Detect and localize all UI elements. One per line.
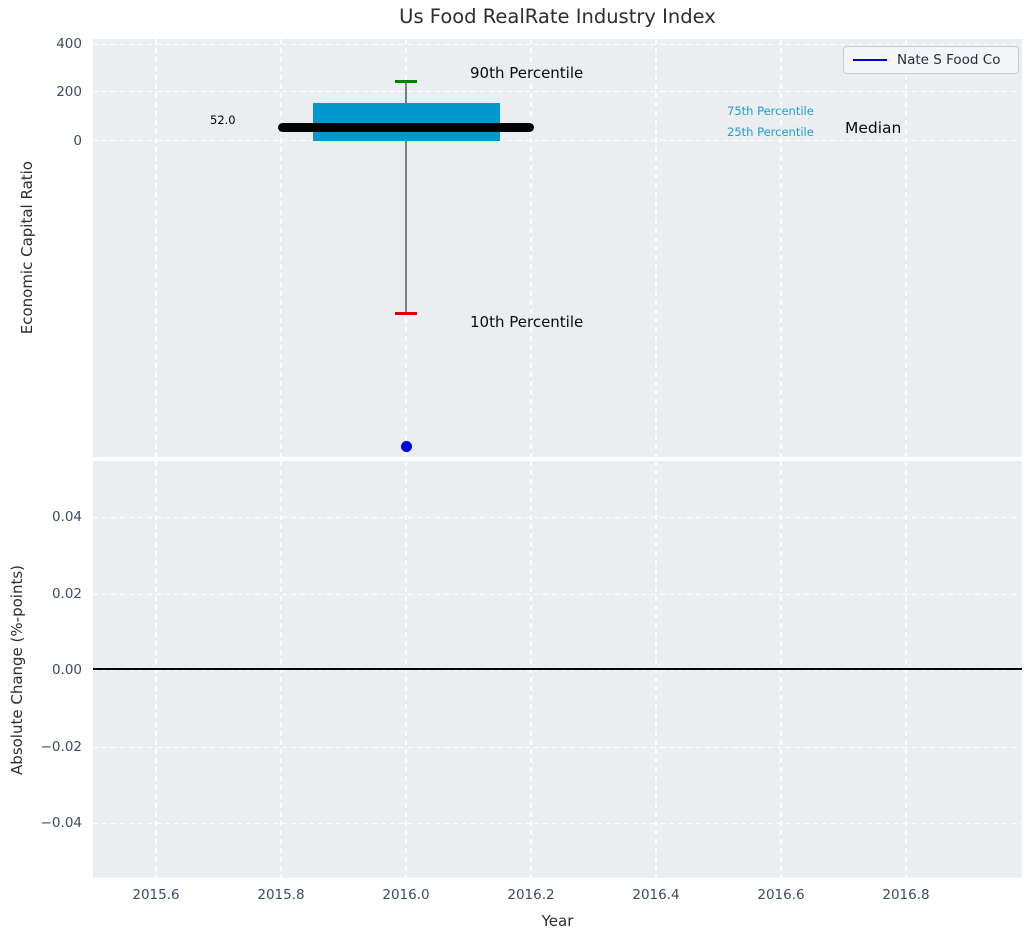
x-axis-label: Year bbox=[541, 912, 574, 930]
top-y-axis-label-wrap: Economic Capital Ratio bbox=[18, 39, 36, 457]
p75-annotation: 75th Percentile bbox=[727, 103, 814, 118]
gridline-horizontal bbox=[93, 140, 1022, 142]
legend-box: Nate S Food Co bbox=[843, 46, 1019, 74]
y-tick-label: −0.02 bbox=[40, 739, 82, 755]
median-annotation: Median bbox=[845, 119, 902, 137]
legend-label: Nate S Food Co bbox=[897, 52, 1001, 68]
gridline-horizontal bbox=[93, 91, 1022, 93]
zero-reference-line bbox=[93, 668, 1022, 670]
gridline-horizontal bbox=[93, 746, 1022, 748]
top-axes: 52.0 90th Percentile 10th Percentile 75t… bbox=[93, 39, 1022, 457]
median-value-label: 52.0 bbox=[210, 113, 236, 127]
y-tick-label: 0.00 bbox=[51, 662, 82, 678]
gridline-horizontal bbox=[93, 43, 1022, 45]
y-tick-label: 0.04 bbox=[51, 509, 82, 525]
gridline-vertical bbox=[655, 39, 657, 457]
gridline-horizontal bbox=[93, 593, 1022, 595]
x-tick-label: 2016.6 bbox=[757, 887, 805, 903]
x-tick-label: 2016.2 bbox=[507, 887, 555, 903]
gridline-horizontal bbox=[93, 822, 1022, 824]
x-tick-label: 2016.8 bbox=[882, 887, 930, 903]
p10-annotation: 10th Percentile bbox=[470, 312, 584, 331]
gridline-horizontal bbox=[93, 516, 1022, 518]
gridline-vertical bbox=[905, 39, 907, 457]
chart-title: Us Food RealRate Industry Index bbox=[399, 5, 716, 28]
x-tick-label: 2015.8 bbox=[257, 887, 305, 903]
y-tick-label: −0.04 bbox=[40, 815, 82, 831]
legend-line-sample bbox=[853, 58, 887, 62]
x-tick-label: 2016.4 bbox=[632, 887, 680, 903]
p90-annotation: 90th Percentile bbox=[470, 63, 584, 82]
figure: Us Food RealRate Industry Index 52.0 90t… bbox=[0, 0, 1034, 942]
bottom-y-axis-label-wrap: Absolute Change (%-points) bbox=[8, 461, 26, 878]
p90-cap-marker bbox=[395, 80, 417, 83]
x-tick-label: 2015.6 bbox=[132, 887, 180, 903]
top-y-axis-label: Economic Capital Ratio bbox=[18, 161, 36, 335]
y-tick-label: 0.02 bbox=[51, 586, 82, 602]
gridline-vertical bbox=[530, 39, 532, 457]
p10-cap-marker bbox=[395, 312, 417, 315]
x-tick-label: 2016.0 bbox=[382, 887, 430, 903]
median-line bbox=[278, 123, 534, 132]
bottom-axes bbox=[93, 461, 1022, 878]
gridline-vertical bbox=[280, 39, 282, 457]
interquartile-box bbox=[313, 103, 500, 141]
gridline-vertical bbox=[780, 39, 782, 457]
bottom-y-axis-label: Absolute Change (%-points) bbox=[8, 564, 26, 775]
company-data-point bbox=[400, 440, 412, 452]
gridline-vertical bbox=[155, 39, 157, 457]
p25-annotation: 25th Percentile bbox=[727, 124, 814, 139]
